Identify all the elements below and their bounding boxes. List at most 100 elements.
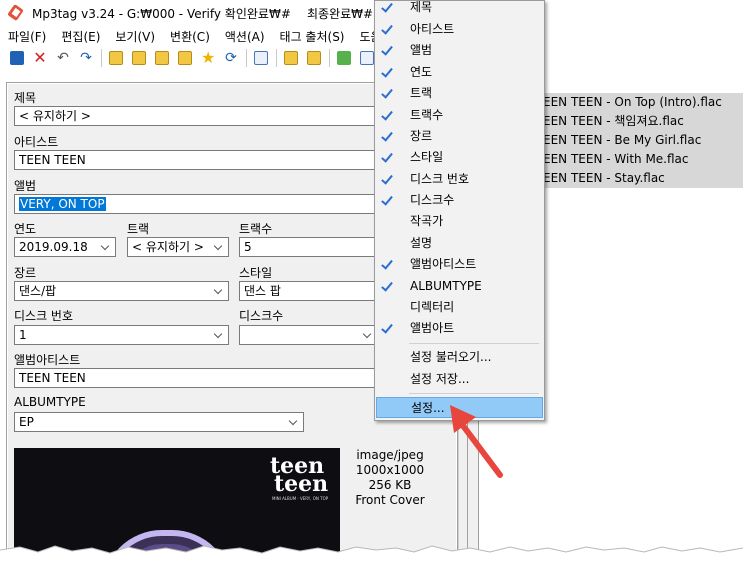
disc-count-combo[interactable] bbox=[239, 325, 378, 345]
menu-item-label: 디스크수 bbox=[410, 193, 455, 207]
title-field[interactable]: < 유지하기 > bbox=[14, 106, 378, 126]
chevron-down-icon bbox=[99, 238, 113, 256]
year-combo[interactable]: 2019.09.18 bbox=[14, 237, 116, 257]
menu-item-label: ALBUMTYPE bbox=[410, 279, 482, 293]
checkmark-icon bbox=[381, 22, 393, 35]
menu-item-label: 설정 불러오기... bbox=[410, 350, 492, 364]
save-button[interactable] bbox=[8, 49, 26, 67]
menu-item-style[interactable]: 스타일 bbox=[376, 147, 543, 168]
menu-item-directory[interactable]: 디렉터리 bbox=[376, 297, 543, 318]
extended-tags-button[interactable] bbox=[252, 49, 270, 67]
menu-item-albumtype[interactable]: ALBUMTYPE bbox=[376, 276, 543, 297]
import-icon bbox=[360, 51, 374, 65]
album-artist-field[interactable]: TEEN TEEN bbox=[14, 368, 378, 388]
menu-item-composer[interactable]: 작곡가 bbox=[376, 211, 543, 232]
menu-item-load-settings[interactable]: 설정 불러오기... bbox=[376, 347, 543, 368]
disc-number-combo[interactable]: 1 bbox=[14, 325, 229, 345]
menu-item-year[interactable]: 연도 bbox=[376, 62, 543, 83]
menu-item-comment[interactable]: 설명 bbox=[376, 233, 543, 254]
menu-item-label: 앨범아티스트 bbox=[410, 257, 477, 271]
menu-item-label: 설명 bbox=[410, 236, 433, 250]
artist-label: 아티스트 bbox=[14, 135, 59, 149]
file-row[interactable]: EEN TEEN - Stay.flac bbox=[541, 169, 743, 188]
change-directory-button[interactable] bbox=[107, 49, 125, 67]
checkmark-icon bbox=[381, 193, 393, 206]
menu-convert[interactable]: 변환(C) bbox=[162, 28, 217, 45]
toolbar-separator bbox=[276, 49, 277, 67]
menu-edit[interactable]: 편집(E) bbox=[53, 28, 107, 45]
menu-item-save-settings[interactable]: 설정 저장... bbox=[376, 369, 543, 390]
disc-number-label: 디스크 번호 bbox=[14, 309, 74, 323]
artist-field[interactable]: TEEN TEEN bbox=[14, 150, 378, 170]
playlist-icon bbox=[178, 51, 192, 65]
track-count-combo[interactable]: 5 bbox=[239, 237, 378, 257]
filename-tag-button[interactable] bbox=[305, 49, 323, 67]
artist-field-value: TEEN TEEN bbox=[19, 153, 86, 167]
chevron-down-icon bbox=[361, 326, 375, 344]
file-row[interactable]: EEN TEEN - 책임져요.flac bbox=[541, 112, 743, 131]
refresh-button[interactable]: ⟳ bbox=[222, 49, 240, 67]
undo-button[interactable]: ↶ bbox=[54, 49, 72, 67]
menu-bar: 파일(F) 편집(E) 보기(V) 변환(C) 액션(A) 태그 출처(S) 도… bbox=[0, 26, 743, 46]
menu-item-disc-count[interactable]: 디스크수 bbox=[376, 190, 543, 211]
actions-button[interactable] bbox=[335, 49, 353, 67]
menu-tag-sources[interactable]: 태그 출처(S) bbox=[272, 28, 352, 45]
chevron-down-icon bbox=[212, 282, 226, 300]
menu-item-track[interactable]: 트랙 bbox=[376, 83, 543, 104]
playlist-button[interactable] bbox=[176, 49, 194, 67]
menu-file[interactable]: 파일(F) bbox=[0, 28, 53, 45]
cover-logo-subtitle: MINI ALBUM · VERY, ON TOP bbox=[272, 496, 329, 501]
style-combo-value: 댄스 팝 bbox=[244, 284, 281, 298]
genre-combo[interactable]: 댄스/팝 bbox=[14, 281, 229, 301]
menu-item-title[interactable]: 제목 bbox=[376, 0, 543, 18]
toolbar-separator bbox=[101, 49, 102, 67]
field-context-menu: 제목 아티스트 앨범 연도 트랙 트랙수 장르 스타일 디스크 번호 디스크수 … bbox=[374, 0, 545, 421]
track-label: 트랙 bbox=[127, 222, 150, 236]
albumtype-combo-value: EP bbox=[19, 415, 34, 429]
disc-number-combo-value: 1 bbox=[19, 328, 27, 342]
menu-item-album-art[interactable]: 앨범아트 bbox=[376, 318, 543, 339]
genre-label: 장르 bbox=[14, 266, 37, 280]
refresh-icon: ⟳ bbox=[225, 50, 237, 66]
toolbar-separator bbox=[329, 49, 330, 67]
menu-item-album-artist[interactable]: 앨범아티스트 bbox=[376, 254, 543, 275]
save-icon bbox=[10, 51, 24, 65]
add-directory-button[interactable] bbox=[130, 49, 148, 67]
track-combo-value: < 유지하기 > bbox=[132, 240, 204, 254]
menu-item-label: 디스크 번호 bbox=[410, 172, 470, 186]
checkmark-icon bbox=[381, 65, 393, 78]
checkmark-icon bbox=[381, 43, 393, 56]
menu-separator bbox=[409, 343, 539, 344]
track-combo[interactable]: < 유지하기 > bbox=[127, 237, 229, 257]
tag-filename-button[interactable] bbox=[282, 49, 300, 67]
track-count-combo-value: 5 bbox=[244, 240, 252, 254]
album-field[interactable]: VERY, ON TOP bbox=[14, 194, 378, 214]
menu-item-disc-number[interactable]: 디스크 번호 bbox=[376, 169, 543, 190]
favorites-button[interactable]: ★ bbox=[199, 49, 217, 67]
favorites-folder-icon bbox=[155, 51, 169, 65]
cover-logo-line2: teen bbox=[274, 471, 329, 497]
filename-tag-icon bbox=[307, 51, 321, 65]
torn-edge bbox=[0, 545, 743, 568]
redo-button[interactable]: ↷ bbox=[77, 49, 95, 67]
favorite-directories-button[interactable] bbox=[153, 49, 171, 67]
file-row[interactable]: EEN TEEN - Be My Girl.flac bbox=[541, 131, 743, 150]
menu-separator bbox=[409, 393, 539, 394]
file-row[interactable]: EEN TEEN - On Top (Intro).flac bbox=[541, 93, 743, 112]
menu-item-label: 트랙 bbox=[410, 86, 433, 100]
menu-item-label: 작곡가 bbox=[410, 214, 444, 228]
albumtype-combo[interactable]: EP bbox=[14, 412, 304, 432]
file-row[interactable]: EEN TEEN - With Me.flac bbox=[541, 150, 743, 169]
menu-item-genre[interactable]: 장르 bbox=[376, 126, 543, 147]
menu-item-artist[interactable]: 아티스트 bbox=[376, 19, 543, 40]
remove-tag-button[interactable]: ✕ bbox=[31, 49, 49, 67]
style-combo[interactable]: 댄스 팝 bbox=[239, 281, 378, 301]
menu-actions[interactable]: 액션(A) bbox=[217, 28, 272, 45]
cover-size: 256 KB bbox=[368, 478, 412, 492]
album-label: 앨범 bbox=[14, 179, 37, 193]
menu-view[interactable]: 보기(V) bbox=[107, 28, 162, 45]
window-title-suffix: 최종완료₩## bbox=[307, 7, 384, 21]
menu-item-album[interactable]: 앨범 bbox=[376, 40, 543, 61]
annotation-arrow bbox=[450, 405, 503, 478]
menu-item-track-count[interactable]: 트랙수 bbox=[376, 105, 543, 126]
